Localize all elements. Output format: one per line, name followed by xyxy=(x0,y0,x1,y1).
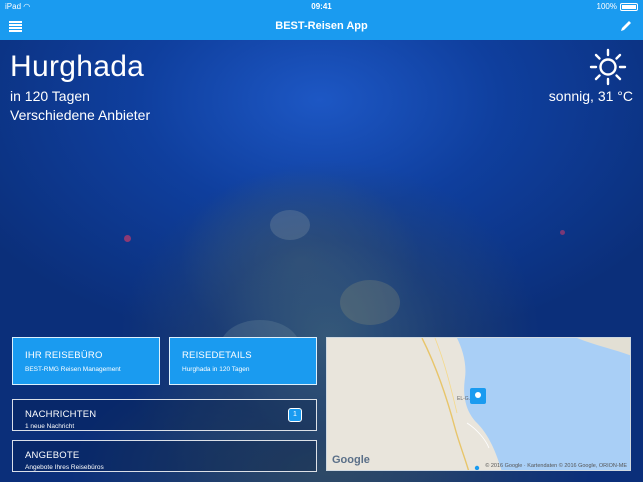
tile-angebote[interactable]: ANGEBOTE Angebote Ihres Reisebüros xyxy=(12,440,317,472)
weather-text: sonnig, 31 °C xyxy=(548,88,633,104)
pencil-icon[interactable] xyxy=(619,19,633,33)
app-title: BEST-Reisen App xyxy=(275,20,368,32)
tile-nachrichten[interactable]: NACHRICHTEN 1 neue Nachricht 1 xyxy=(12,399,317,431)
unread-badge: 1 xyxy=(288,408,302,422)
tile-title: IHR REISEBÜRO xyxy=(25,350,103,361)
map-view[interactable]: EL-G... Google © 2016 Google · Kartendat… xyxy=(326,337,631,471)
sun-icon xyxy=(589,48,627,86)
google-logo: Google xyxy=(332,454,370,466)
tile-title: REISEDETAILS xyxy=(182,350,252,361)
map-pin-icon[interactable] xyxy=(470,388,486,404)
tile-title: NACHRICHTEN xyxy=(25,409,97,420)
map-attribution: © 2016 Google · Kartendaten © 2016 Googl… xyxy=(485,463,627,469)
destination-title: Hurghada xyxy=(10,50,145,83)
tile-title: ANGEBOTE xyxy=(25,450,80,461)
tile-subtitle: Angebote Ihres Reisebüros xyxy=(25,464,104,471)
tile-subtitle: BEST-RMG Reisen Management xyxy=(25,366,121,373)
tile-subtitle: Hurghada in 120 Tagen xyxy=(182,366,250,373)
trip-providers: Verschiedene Anbieter xyxy=(10,107,151,123)
navigation-bar: BEST-Reisen App xyxy=(0,13,643,40)
map-canvas xyxy=(421,338,630,470)
status-time: 09:41 xyxy=(311,2,332,11)
tile-reisebuero[interactable]: IHR REISEBÜRO BEST-RMG Reisen Management xyxy=(12,337,160,385)
trip-countdown: in 120 Tagen xyxy=(10,88,90,104)
tile-reisedetails[interactable]: REISEDETAILS Hurghada in 120 Tagen xyxy=(169,337,317,385)
battery-percent: 100% xyxy=(596,2,617,11)
status-battery: 100% xyxy=(597,0,638,13)
battery-icon xyxy=(620,2,638,11)
status-bar: iPad ◠ 09:41 100% xyxy=(0,0,643,13)
tile-subtitle: 1 neue Nachricht xyxy=(25,423,75,430)
